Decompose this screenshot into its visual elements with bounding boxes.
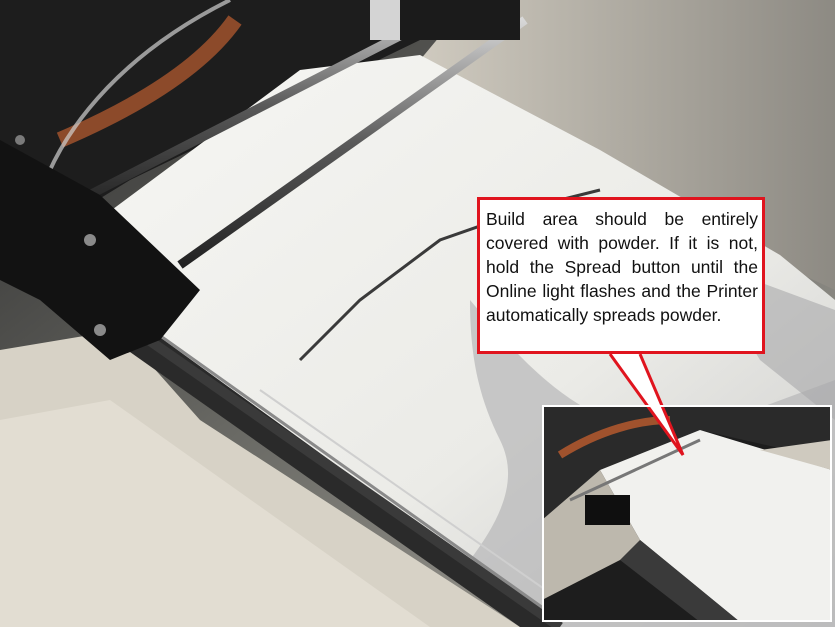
top-bracket [400, 0, 520, 40]
inset-photo [542, 405, 832, 622]
carriage-screw-2 [94, 324, 106, 336]
carriage-screw [84, 234, 96, 246]
top-bracket-plate [370, 0, 400, 40]
callout-text: Build area should be entirely covered wi… [486, 209, 758, 325]
instruction-callout: Build area should be entirely covered wi… [477, 197, 765, 354]
carriage-screw-3 [15, 135, 25, 145]
